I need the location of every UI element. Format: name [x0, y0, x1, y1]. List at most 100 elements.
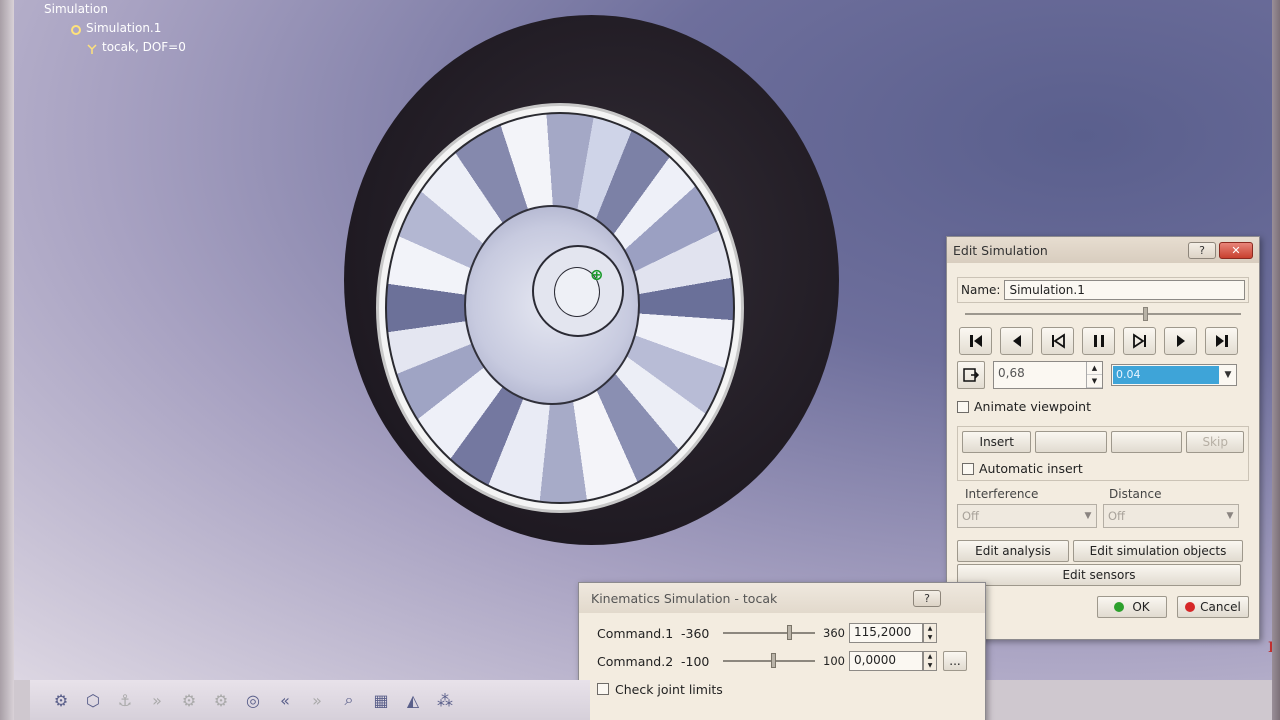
command-1-row: Command.1 -360 360 115,2000 ▲ ▼ — [597, 619, 977, 647]
chevron-down-icon: ▼ — [1084, 511, 1092, 521]
specification-tree: Simulation Simulation.1 tocak, DOF=0 — [34, 0, 186, 57]
interference-value: Off — [962, 509, 979, 523]
monitor-bezel-right — [1272, 0, 1280, 720]
command-1-max: 360 — [823, 626, 845, 640]
fixed-part-icon[interactable]: ⚓ — [114, 689, 136, 711]
check-joint-limits-row[interactable]: Check joint limits — [597, 675, 977, 703]
tree-node-simulation-label: Simulation — [44, 2, 108, 16]
edit-sensors-button[interactable]: Edit sensors — [957, 564, 1241, 586]
mechanism-analysis-icon[interactable]: » — [146, 689, 168, 711]
cancel-label: Cancel — [1200, 600, 1241, 614]
bottom-toolbar: ⚙ ⬡ ⚓ » ⚙ ⚙ ◎ « » ⌕ ▦ ◭ ⁂ — [30, 680, 590, 720]
tree-node-mechanism[interactable]: tocak, DOF=0 — [86, 38, 186, 57]
chevron-down-icon[interactable]: ▼ — [1220, 370, 1236, 380]
swept-volume-icon[interactable]: ◭ — [402, 689, 424, 711]
edit-simulation-objects-button[interactable]: Edit simulation objects — [1073, 540, 1243, 562]
step-value-field[interactable]: 0,68 ▲ ▼ — [993, 361, 1103, 389]
wheel-model[interactable]: ⊕ — [344, 15, 844, 555]
step-mode-icon[interactable] — [957, 361, 985, 389]
interference-group: Interference Off ▼ — [957, 487, 1097, 528]
close-button[interactable]: ✕ — [1219, 241, 1253, 259]
command-1-spinner[interactable]: ▲ ▼ — [923, 623, 937, 643]
edit-simulation-titlebar[interactable]: Edit Simulation ? ✕ — [947, 237, 1259, 263]
step-value-spinner[interactable]: ▲ ▼ — [1086, 362, 1102, 388]
automatic-insert-row[interactable]: Automatic insert — [962, 461, 1244, 476]
ok-button[interactable]: OK — [1097, 596, 1167, 618]
cancel-button[interactable]: Cancel — [1177, 596, 1249, 618]
ok-icon — [1114, 602, 1125, 612]
step-row: 0,68 ▲ ▼ 0.04 ▼ — [957, 361, 1249, 389]
insert-button[interactable]: Insert — [962, 431, 1032, 453]
tree-node-simulation[interactable]: Simulation — [44, 0, 186, 19]
edit-buttons-row: Edit analysis Edit simulation objects — [957, 540, 1249, 562]
command-1-label: Command.1 — [597, 625, 674, 641]
sensor-icon[interactable]: ⁂ — [434, 689, 456, 711]
edit-analysis-button[interactable]: Edit analysis — [957, 540, 1069, 562]
more-button[interactable]: ... — [943, 651, 967, 671]
command-2-slider-thumb[interactable] — [771, 653, 776, 668]
step-size-value: 0.04 — [1113, 366, 1219, 384]
command-2-input[interactable]: 0,0000 — [849, 651, 923, 671]
modify-button[interactable] — [1035, 431, 1107, 453]
mechanism-icon — [86, 42, 98, 54]
help-button[interactable]: ? — [1188, 241, 1216, 259]
play-icon[interactable] — [1164, 327, 1197, 355]
simulation-slider-thumb[interactable] — [1143, 307, 1148, 321]
pause-icon[interactable] — [1082, 327, 1115, 355]
delete-button[interactable] — [1110, 431, 1183, 453]
command-2-row: Command.2 -100 100 0,0000 ▲ ▼ ... — [597, 647, 977, 675]
first-icon[interactable] — [959, 327, 992, 355]
rewind-icon[interactable]: « — [274, 689, 296, 711]
distance-dropdown[interactable]: Off ▼ — [1103, 504, 1239, 528]
kinematics-help-button[interactable]: ? — [913, 589, 941, 607]
command-1-input[interactable]: 115,2000 — [849, 623, 923, 643]
forward-icon[interactable]: » — [306, 689, 328, 711]
search-icon[interactable]: ⌕ — [338, 689, 360, 711]
command-2-min: -100 — [681, 653, 710, 669]
automatic-insert-label: Automatic insert — [979, 461, 1083, 476]
edit-simulation-dialog: Edit Simulation ? ✕ Name: Simulation.1 0… — [946, 236, 1260, 640]
dialog-actions: OK Cancel — [957, 596, 1249, 618]
tree-node-simulation-1-label: Simulation.1 — [86, 21, 162, 35]
tree-node-mechanism-label: tocak, DOF=0 — [102, 40, 186, 54]
command-1-min: -360 — [681, 625, 710, 641]
play-back-icon[interactable] — [1000, 327, 1033, 355]
command-2-max: 100 — [823, 654, 845, 668]
kinematics-simulation-dialog: Kinematics Simulation - tocak ? Command.… — [578, 582, 986, 720]
last-icon[interactable] — [1205, 327, 1238, 355]
insert-group: Insert Skip Automatic insert — [957, 426, 1249, 481]
simulation-icon — [70, 23, 82, 35]
tree-node-simulation-1[interactable]: Simulation.1 — [70, 19, 186, 38]
simulation-slider[interactable] — [965, 307, 1241, 321]
rack-joint-icon[interactable]: ⚙ — [210, 689, 232, 711]
name-input[interactable] — [1004, 280, 1245, 300]
name-label: Name: — [961, 283, 1001, 297]
step-back-icon[interactable] — [1041, 327, 1074, 355]
chevron-down-icon: ▼ — [1226, 511, 1234, 521]
check-joint-limits-checkbox[interactable] — [597, 683, 609, 695]
axis-marker-icon: ⊕ — [590, 265, 604, 284]
command-1-slider[interactable] — [723, 625, 815, 640]
command-2-spinner[interactable]: ▲ ▼ — [923, 651, 937, 671]
simulation-with-commands-icon[interactable]: ◎ — [242, 689, 264, 711]
automatic-insert-checkbox[interactable] — [962, 462, 974, 475]
assembly-icon[interactable]: ⬡ — [82, 689, 104, 711]
command-1-slider-thumb[interactable] — [787, 625, 792, 640]
player-controls — [957, 327, 1249, 355]
step-forward-icon[interactable] — [1123, 327, 1156, 355]
command-2-slider[interactable] — [723, 653, 815, 668]
step-size-combo[interactable]: 0.04 ▼ — [1111, 364, 1237, 386]
skip-button[interactable]: Skip — [1186, 431, 1244, 453]
analysis-row: Interference Off ▼ Distance Off ▼ — [957, 487, 1249, 528]
monitor-bezel-left — [0, 0, 14, 720]
animate-viewpoint-row[interactable]: Animate viewpoint — [957, 399, 1249, 414]
cancel-icon — [1185, 602, 1196, 612]
distance-group: Distance Off ▼ — [1103, 487, 1239, 528]
name-row: Name: — [957, 277, 1249, 303]
joint-icon[interactable]: ⚙ — [50, 689, 72, 711]
animate-viewpoint-checkbox[interactable] — [957, 400, 969, 413]
interference-dropdown[interactable]: Off ▼ — [957, 504, 1097, 528]
clash-icon[interactable]: ▦ — [370, 689, 392, 711]
kinematics-titlebar[interactable]: Kinematics Simulation - tocak ? — [579, 583, 985, 613]
gear-joint-icon[interactable]: ⚙ — [178, 689, 200, 711]
